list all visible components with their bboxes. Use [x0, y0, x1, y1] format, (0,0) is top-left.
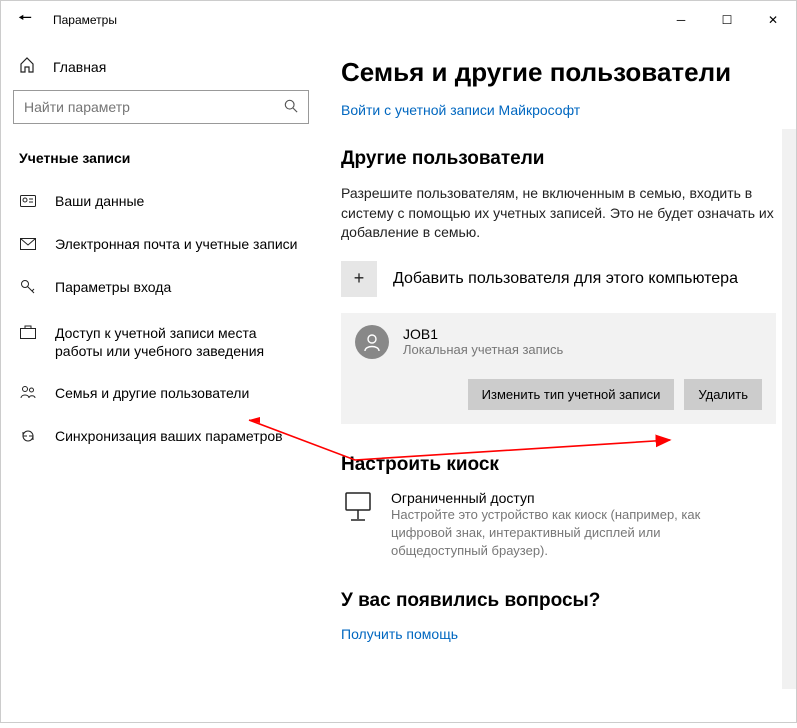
sidebar-item-label: Синхронизация ваших параметров: [55, 427, 283, 445]
kiosk-desc: Настройте это устройство как киоск (напр…: [391, 506, 741, 561]
key-icon: [19, 279, 37, 299]
person-card-icon: [19, 193, 37, 211]
sidebar-item-email[interactable]: Электронная почта и учетные записи: [13, 223, 309, 266]
sidebar-item-family[interactable]: Семья и другие пользователи: [13, 372, 309, 415]
people-icon: [19, 385, 37, 403]
get-help-link[interactable]: Получить помощь: [341, 626, 776, 642]
scrollbar[interactable]: [782, 129, 796, 689]
user-sub: Локальная учетная запись: [403, 342, 563, 357]
sidebar-item-signin-options[interactable]: Параметры входа: [13, 266, 309, 311]
sidebar-item-work-access[interactable]: Доступ к учетной записи места работы или…: [13, 312, 309, 372]
add-user-button[interactable]: + Добавить пользователя для этого компью…: [341, 261, 776, 297]
maximize-button[interactable]: ☐: [704, 1, 750, 39]
sidebar-item-sync[interactable]: Синхронизация ваших параметров: [13, 415, 309, 460]
sync-icon: [19, 428, 37, 448]
home-nav[interactable]: Главная: [13, 39, 309, 90]
minimize-button[interactable]: ─: [658, 1, 704, 39]
delete-button[interactable]: Удалить: [684, 379, 762, 410]
kiosk-title: Ограниченный доступ: [391, 490, 741, 506]
search-field[interactable]: [24, 99, 284, 115]
user-name: JOB1: [403, 326, 563, 342]
close-button[interactable]: ✕: [750, 1, 796, 39]
sidebar: Главная Учетные записи Ваши данные Э: [1, 39, 321, 722]
page-title: Семья и другие пользователи: [341, 57, 776, 88]
sidebar-item-label: Параметры входа: [55, 278, 171, 296]
briefcase-icon: [19, 325, 37, 343]
plus-icon: +: [341, 261, 377, 297]
window-title: Параметры: [53, 13, 658, 27]
signin-link[interactable]: Войти с учетной записи Майкрософт: [341, 102, 776, 118]
section-title: Учетные записи: [13, 132, 309, 180]
kiosk-setup[interactable]: Ограниченный доступ Настройте это устрой…: [341, 490, 776, 561]
other-users-heading: Другие пользователи: [341, 148, 776, 170]
sidebar-item-label: Доступ к учетной записи места работы или…: [55, 324, 303, 360]
search-icon: [284, 99, 298, 116]
other-users-desc: Разрешите пользователям, не включенным в…: [341, 184, 776, 243]
sidebar-item-label: Семья и другие пользователи: [55, 384, 249, 402]
sidebar-item-label: Электронная почта и учетные записи: [55, 235, 297, 253]
mail-icon: [19, 236, 37, 254]
home-label: Главная: [53, 59, 106, 75]
avatar: [355, 325, 389, 359]
questions-heading: У вас появились вопросы?: [341, 590, 776, 612]
change-account-type-button[interactable]: Изменить тип учетной записи: [468, 379, 675, 410]
sidebar-item-label: Ваши данные: [55, 192, 144, 210]
user-block[interactable]: JOB1 Локальная учетная запись Изменить т…: [341, 313, 776, 424]
home-icon: [19, 57, 35, 76]
add-user-label: Добавить пользователя для этого компьюте…: [393, 270, 738, 288]
back-button[interactable]: 🠔: [1, 1, 49, 39]
sidebar-item-your-info[interactable]: Ваши данные: [13, 180, 309, 223]
content-pane: Семья и другие пользователи Войти с учет…: [321, 39, 796, 722]
kiosk-heading: Настроить киоск: [341, 454, 776, 476]
kiosk-icon: [341, 490, 375, 527]
search-input[interactable]: [13, 90, 309, 124]
